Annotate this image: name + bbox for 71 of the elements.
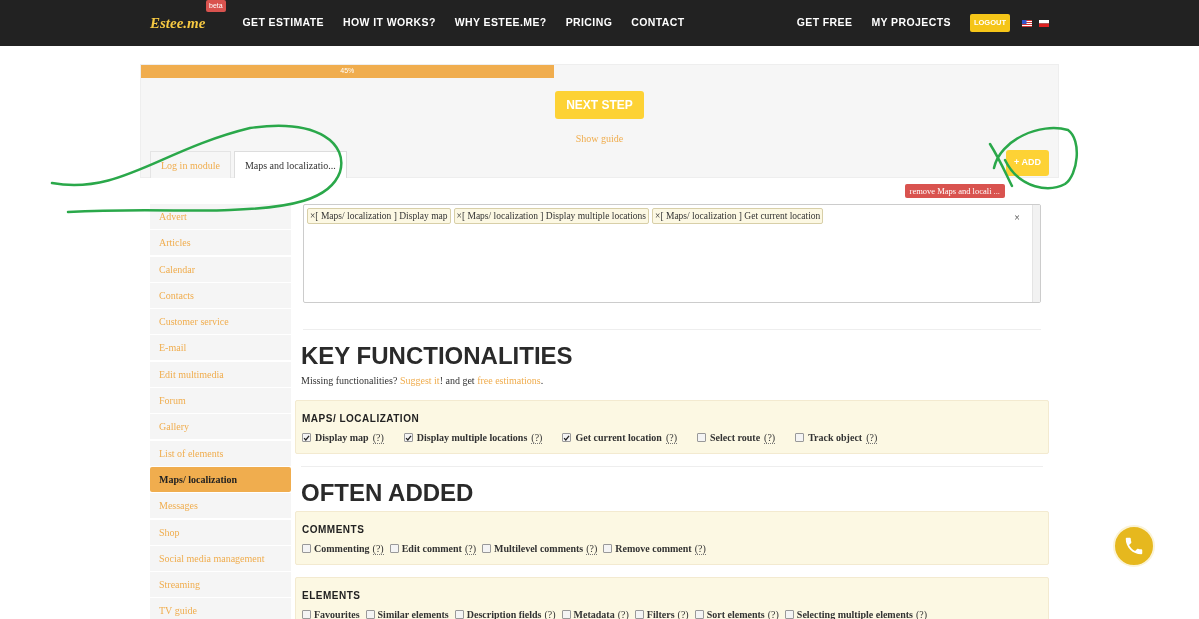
checkbox[interactable]: [561, 610, 571, 619]
remove-module-button[interactable]: remove Maps and locali ...: [904, 184, 1005, 198]
checkbox[interactable]: [482, 544, 492, 553]
help-link[interactable]: (?): [915, 608, 928, 619]
phone-icon: [1123, 535, 1145, 557]
checkbox[interactable]: [603, 544, 613, 553]
option-label[interactable]: Metadata: [573, 607, 615, 619]
scrollbar[interactable]: [1032, 205, 1040, 302]
help-link[interactable]: (?): [767, 608, 779, 619]
option-label[interactable]: Display multiple locations: [416, 430, 528, 445]
checkbox[interactable]: [302, 610, 311, 619]
checkbox[interactable]: [784, 610, 794, 619]
help-link[interactable]: (?): [464, 542, 477, 555]
option-label[interactable]: Filters: [646, 607, 675, 619]
checkbox[interactable]: [562, 433, 572, 442]
nav-link[interactable]: CONTACT: [631, 15, 685, 31]
nav-link[interactable]: PRICING: [565, 15, 613, 31]
checkbox[interactable]: [694, 610, 704, 619]
checkbox[interactable]: [454, 610, 464, 619]
checkbox[interactable]: [365, 610, 375, 619]
checkbox[interactable]: [302, 433, 311, 442]
option-label[interactable]: Favourites: [314, 607, 360, 619]
sidebar-item[interactable]: Maps/ localization: [150, 466, 291, 492]
option-label[interactable]: Track object: [808, 430, 863, 445]
help-link[interactable]: (?): [586, 542, 598, 555]
option-label[interactable]: Commenting: [314, 541, 370, 556]
help-link[interactable]: (?): [694, 542, 706, 555]
option-label[interactable]: Edit comment: [401, 541, 462, 556]
group-title: COMMENTS: [302, 523, 366, 537]
help-link[interactable]: (?): [372, 431, 384, 444]
help-link[interactable]: (?): [544, 608, 556, 619]
nav-link[interactable]: WHY ESTEE.ME?: [454, 15, 547, 31]
help-link[interactable]: (?): [617, 608, 629, 619]
option-label[interactable]: Select route: [710, 430, 761, 445]
checkbox[interactable]: [302, 544, 311, 553]
tags-field[interactable]: ×[ Maps/ localization ] Display map ×[ Maps/ localization ] Display multiple locations ×[ Maps/ localization ] Get current location ×: [303, 204, 1041, 303]
nav-link[interactable]: MY PROJECTS: [871, 15, 951, 31]
section-heading: OFTEN ADDED: [301, 479, 475, 507]
option-label[interactable]: Similar elements: [377, 607, 449, 619]
option-label[interactable]: Display map: [315, 430, 369, 445]
checkbox[interactable]: [389, 544, 399, 553]
checkbox[interactable]: [697, 433, 706, 442]
group-title: ELEMENTS: [302, 589, 362, 603]
help-link[interactable]: (?): [665, 431, 677, 444]
group-title: MAPS/ LOCALIZATION: [302, 412, 421, 426]
section-heading: KEY FUNCTIONALITIES: [301, 342, 574, 370]
intro-text: Missing functionalities? Suggest it! and get free estimations.: [301, 374, 545, 388]
module-tab[interactable]: Maps and localizatio...: [233, 151, 347, 178]
checkbox[interactable]: [634, 610, 644, 619]
help-link[interactable]: (?): [531, 431, 543, 444]
logo[interactable]: Estee.me: [150, 11, 206, 35]
nav-link[interactable]: GET FREE: [796, 15, 853, 31]
tag-chip[interactable]: ×[ Maps/ localization ] Display map: [307, 208, 451, 225]
help-link[interactable]: (?): [764, 431, 776, 444]
option-label[interactable]: Remove comment: [615, 541, 692, 556]
clear-button[interactable]: ×: [1014, 210, 1020, 225]
phone-button[interactable]: [1113, 525, 1155, 567]
tag-chip[interactable]: ×[ Maps/ localization ] Get current location: [652, 208, 824, 225]
flag-icon[interactable]: [1039, 19, 1049, 27]
flag-icon[interactable]: [1022, 19, 1032, 27]
option-label[interactable]: Multilevel comments: [494, 541, 584, 556]
help-link[interactable]: (?): [372, 542, 384, 555]
help-link[interactable]: (?): [866, 431, 878, 444]
help-link[interactable]: (?): [677, 608, 689, 619]
tag-chip[interactable]: ×[ Maps/ localization ] Display multiple locations: [453, 208, 650, 225]
checkbox[interactable]: [795, 433, 805, 442]
nav-link[interactable]: HOW IT WORKS?: [343, 15, 436, 31]
option-label[interactable]: Get current location: [575, 430, 662, 445]
checkbox[interactable]: [403, 433, 413, 442]
nav-link[interactable]: GET ESTIMATE: [242, 15, 324, 31]
option-label[interactable]: Sort elements: [706, 607, 765, 619]
